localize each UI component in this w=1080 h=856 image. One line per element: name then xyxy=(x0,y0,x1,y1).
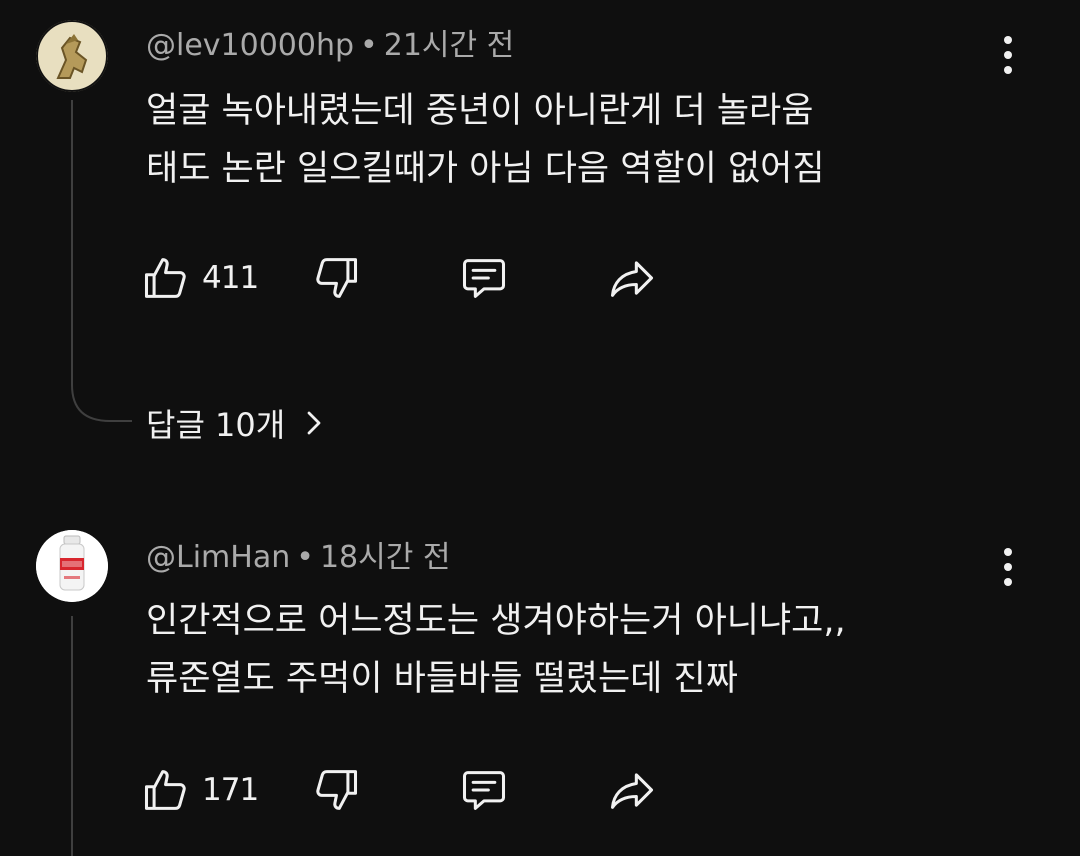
timestamp[interactable]: 18시간 전 xyxy=(320,540,451,575)
thumbs-down-icon xyxy=(316,770,358,810)
reply-button[interactable] xyxy=(458,248,510,308)
reply-button[interactable] xyxy=(458,760,510,820)
thread-line xyxy=(71,616,73,856)
share-icon xyxy=(610,773,654,809)
like-count: 411 xyxy=(202,260,259,296)
avatar-image xyxy=(36,20,108,92)
like-button[interactable]: 411 xyxy=(140,248,259,308)
comment-thread: @LimHan • 18시간 전 인간적으로 어느정도는 생겨야하는거 아니냐고,,… xyxy=(0,510,1080,856)
thumbs-up-icon xyxy=(144,258,186,298)
comment-icon xyxy=(462,771,506,810)
share-button[interactable] xyxy=(606,760,658,820)
dislike-button[interactable] xyxy=(310,760,362,820)
comment-text-line: 류준열도 주먹이 바들바들 떨렸는데 진짜 xyxy=(146,659,738,699)
chevron-right-icon xyxy=(307,411,321,435)
dislike-button[interactable] xyxy=(310,248,362,308)
comment-meta: @lev10000hp • 21시간 전 xyxy=(146,26,514,66)
like-count: 171 xyxy=(202,772,259,808)
thumbs-down-icon xyxy=(316,258,358,298)
replies-link[interactable]: 답글 10개 xyxy=(146,398,329,448)
author-name[interactable]: @lev10000hp xyxy=(146,28,354,63)
comment-text-line: 인간적으로 어느정도는 생겨야하는거 아니냐고,, xyxy=(146,601,846,641)
comment-text-line: 태도 논란 일으킬때가 아님 다음 역할이 없어짐 xyxy=(146,149,825,189)
timestamp[interactable]: 21시간 전 xyxy=(384,28,515,63)
more-vert-icon[interactable] xyxy=(990,30,1026,80)
share-button[interactable] xyxy=(606,248,658,308)
avatar-image xyxy=(36,530,108,602)
comment-actions: 171 xyxy=(140,760,700,820)
avatar[interactable] xyxy=(36,530,108,602)
thread-line xyxy=(71,100,73,362)
share-icon xyxy=(610,261,654,297)
comment-thread: @lev10000hp • 21시간 전 얼굴 녹아내렸는데 중년이 아니란게 더 … xyxy=(0,0,1080,470)
thread-connector xyxy=(71,355,132,422)
comment-actions: 411 xyxy=(140,248,700,308)
meta-separator: • xyxy=(360,28,378,63)
comment-icon xyxy=(462,259,506,298)
avatar[interactable] xyxy=(36,20,108,92)
comment-text-line: 얼굴 녹아내렸는데 중년이 아니란게 더 놀라움 xyxy=(146,91,814,131)
comment-text: 얼굴 녹아내렸는데 중년이 아니란게 더 놀라움 태도 논란 일으킬때가 아님 … xyxy=(146,82,825,198)
meta-separator: • xyxy=(296,540,314,575)
more-vert-icon[interactable] xyxy=(990,542,1026,592)
like-button[interactable]: 171 xyxy=(140,760,259,820)
thumbs-up-icon xyxy=(144,770,186,810)
author-name[interactable]: @LimHan xyxy=(146,540,290,575)
replies-label: 답글 10개 xyxy=(146,406,286,444)
comment-meta: @LimHan • 18시간 전 xyxy=(146,538,450,578)
comment-text: 인간적으로 어느정도는 생겨야하는거 아니냐고,, 류준열도 주먹이 바들바들 … xyxy=(146,592,846,708)
